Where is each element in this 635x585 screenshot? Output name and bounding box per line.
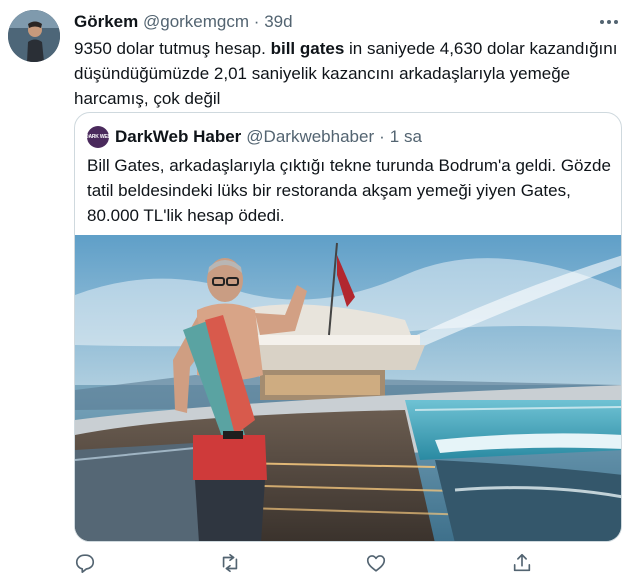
author-avatar[interactable] bbox=[8, 10, 60, 62]
share-icon[interactable] bbox=[511, 552, 533, 574]
tweet-time[interactable]: 39d bbox=[264, 12, 292, 31]
tweet-header: Görkem @gorkemgcm · 39d bbox=[74, 11, 293, 33]
more-options-icon[interactable] bbox=[597, 11, 621, 33]
quoted-author-handle[interactable]: @Darkwebhaber bbox=[246, 126, 374, 148]
like-icon[interactable] bbox=[365, 552, 387, 574]
quoted-author-name[interactable]: DarkWeb Haber bbox=[115, 126, 241, 148]
tweet-text-part1: 9350 dolar tutmuş hesap. bbox=[74, 39, 266, 58]
quoted-separator-dot: · bbox=[379, 127, 385, 146]
quoted-tweet[interactable]: DARK WEB DarkWeb Haber @Darkwebhaber · 1… bbox=[74, 112, 622, 542]
separator-dot: · bbox=[253, 12, 260, 31]
tweet-actions bbox=[74, 552, 554, 578]
tweet-text: 9350 dolar tutmuş hesap. bill gates in s… bbox=[74, 36, 624, 111]
author-handle[interactable]: @gorkemgcm bbox=[143, 12, 249, 31]
retweet-icon[interactable] bbox=[219, 552, 241, 574]
tweet-text-bold[interactable]: bill gates bbox=[271, 39, 345, 58]
quoted-tweet-image[interactable] bbox=[75, 235, 621, 541]
author-name[interactable]: Görkem bbox=[74, 12, 138, 31]
quoted-tweet-header: DARK WEB DarkWeb Haber @Darkwebhaber · 1… bbox=[87, 126, 422, 148]
quoted-avatar-text: DARK WEB bbox=[87, 134, 109, 140]
quoted-tweet-text: Bill Gates, arkadaşlarıyla çıktığı tekne… bbox=[87, 156, 611, 225]
quoted-author-avatar[interactable]: DARK WEB bbox=[87, 126, 109, 148]
reply-icon[interactable] bbox=[74, 552, 96, 574]
quoted-time[interactable]: 1 sa bbox=[390, 126, 422, 148]
tweet[interactable]: Görkem @gorkemgcm · 39d 9350 dolar tutmu… bbox=[0, 0, 635, 585]
